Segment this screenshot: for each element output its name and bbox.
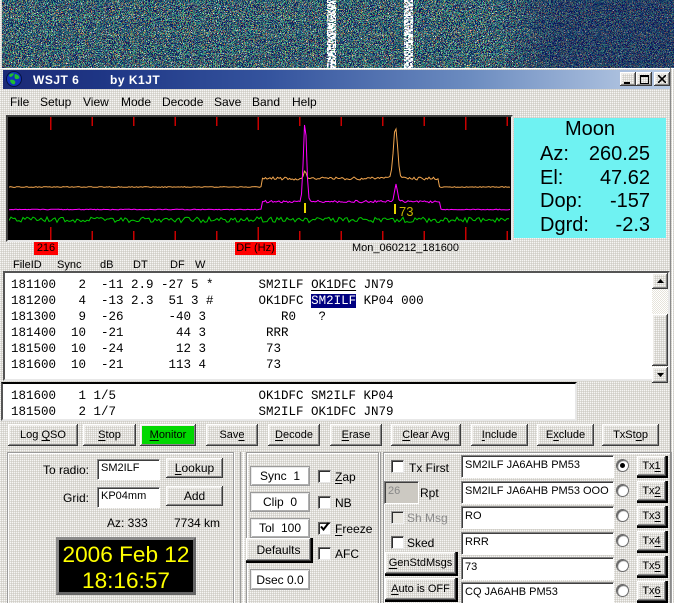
svg-text:73: 73 <box>399 204 413 219</box>
